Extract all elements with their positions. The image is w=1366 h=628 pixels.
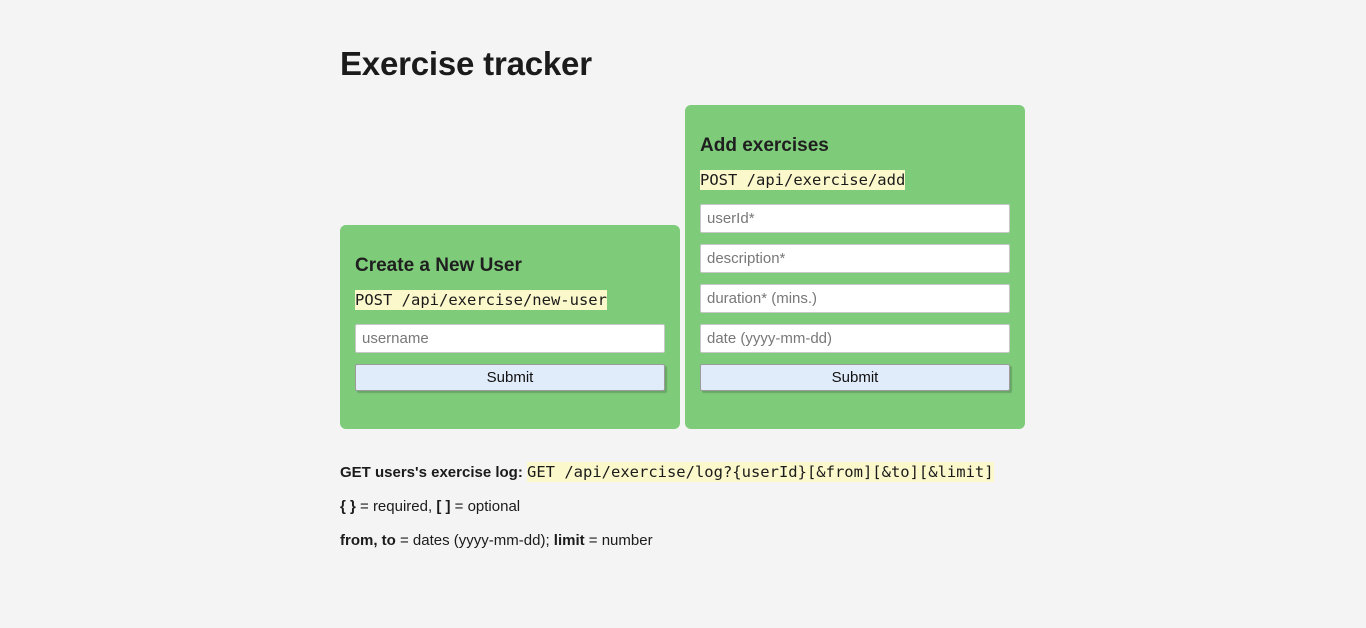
exercise-log-label: GET users's exercise log: — [340, 464, 523, 481]
username-input[interactable] — [355, 324, 665, 353]
limit-param-symbol: limit — [553, 532, 585, 549]
api-notes: GET users's exercise log: GET /api/exerc… — [340, 462, 1240, 565]
page-title: Exercise tracker — [340, 45, 592, 82]
create-user-heading: Create a New User — [355, 255, 522, 276]
create-user-endpoint: POST /api/exercise/new-user — [355, 290, 607, 310]
userid-input[interactable] — [700, 204, 1010, 233]
add-exercises-submit-button[interactable]: Submit — [700, 364, 1010, 391]
required-symbol: { } — [340, 498, 356, 515]
add-exercises-heading: Add exercises — [700, 135, 829, 156]
date-input[interactable] — [700, 324, 1010, 353]
dates-params-text: = dates (yyyy-mm-dd); — [395, 532, 554, 549]
create-user-endpoint-line: POST /api/exercise/new-user — [355, 290, 665, 310]
duration-input[interactable] — [700, 284, 1010, 313]
add-exercises-endpoint: POST /api/exercise/add — [700, 170, 906, 190]
optional-symbol: [ ] — [436, 498, 451, 515]
description-input[interactable] — [700, 244, 1010, 273]
create-user-submit-button[interactable]: Submit — [355, 364, 665, 391]
add-exercises-card: Add exercises POST /api/exercise/add Sub… — [685, 105, 1025, 429]
exercise-log-note: GET users's exercise log: GET /api/exerc… — [340, 462, 1240, 482]
limit-param-text: = number — [584, 532, 653, 549]
exercise-log-endpoint: GET /api/exercise/log?{userId}[&from][&t… — [527, 462, 994, 482]
create-user-card: Create a New User POST /api/exercise/new… — [340, 225, 680, 429]
dates-params-symbol: from, to — [340, 532, 396, 549]
required-text: = required, — [355, 498, 437, 515]
legend-note: { } = required, [ ] = optional — [340, 497, 1240, 516]
optional-text: = optional — [450, 498, 521, 515]
params-note: from, to = dates (yyyy-mm-dd); limit = n… — [340, 531, 1240, 550]
add-exercises-endpoint-line: POST /api/exercise/add — [700, 170, 1010, 190]
